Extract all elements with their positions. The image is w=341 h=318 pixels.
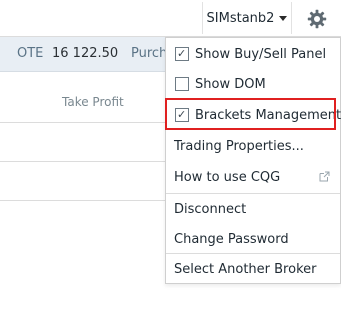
menu-item-label: Show DOM — [195, 76, 266, 92]
menu-item-label: Select Another Broker — [174, 261, 317, 277]
ote-value: 16 122.50 — [52, 46, 119, 61]
menu-item-label: Trading Properties... — [174, 138, 304, 154]
table-row-divider — [0, 161, 166, 162]
checkbox-unchecked-icon[interactable] — [175, 77, 189, 91]
take-profit-column-header: Take Profit — [62, 95, 124, 109]
account-dropdown-button[interactable]: SIMstanb2 — [202, 2, 292, 34]
gear-icon — [307, 9, 327, 29]
menu-item-how-to-use-cqg[interactable]: How to use CQG — [166, 162, 340, 192]
menu-item-change-password[interactable]: Change Password — [166, 224, 340, 254]
menu-item-label: Show Buy/Sell Panel — [195, 46, 327, 62]
table-row-divider — [0, 200, 166, 201]
checkbox-checked-icon[interactable]: ✓ — [175, 47, 189, 61]
menu-item-trading-properties[interactable]: Trading Properties... — [166, 131, 340, 161]
menu-item-label: Change Password — [174, 231, 289, 247]
account-label: SIMstanb2 — [206, 10, 275, 26]
menu-item-show-buy-sell-panel[interactable]: ✓ Show Buy/Sell Panel — [166, 39, 340, 69]
menu-item-show-dom[interactable]: Show DOM — [166, 69, 340, 99]
top-bar: SIMstanb2 — [0, 0, 341, 37]
menu-item-disconnect[interactable]: Disconnect — [166, 194, 340, 224]
purchase-label: Purch — [131, 46, 168, 61]
menu-item-label: Disconnect — [174, 201, 247, 217]
caret-down-icon — [279, 15, 288, 21]
settings-button[interactable] — [304, 6, 330, 32]
external-link-icon — [319, 171, 330, 182]
highlight-box — [165, 98, 336, 130]
menu-item-select-another-broker[interactable]: Select Another Broker — [166, 254, 340, 284]
menu-item-label: How to use CQG — [174, 169, 281, 185]
ote-label: OTE — [17, 46, 44, 61]
settings-menu: ✓ Show Buy/Sell Panel Show DOM ✓ Bracket… — [165, 37, 341, 284]
